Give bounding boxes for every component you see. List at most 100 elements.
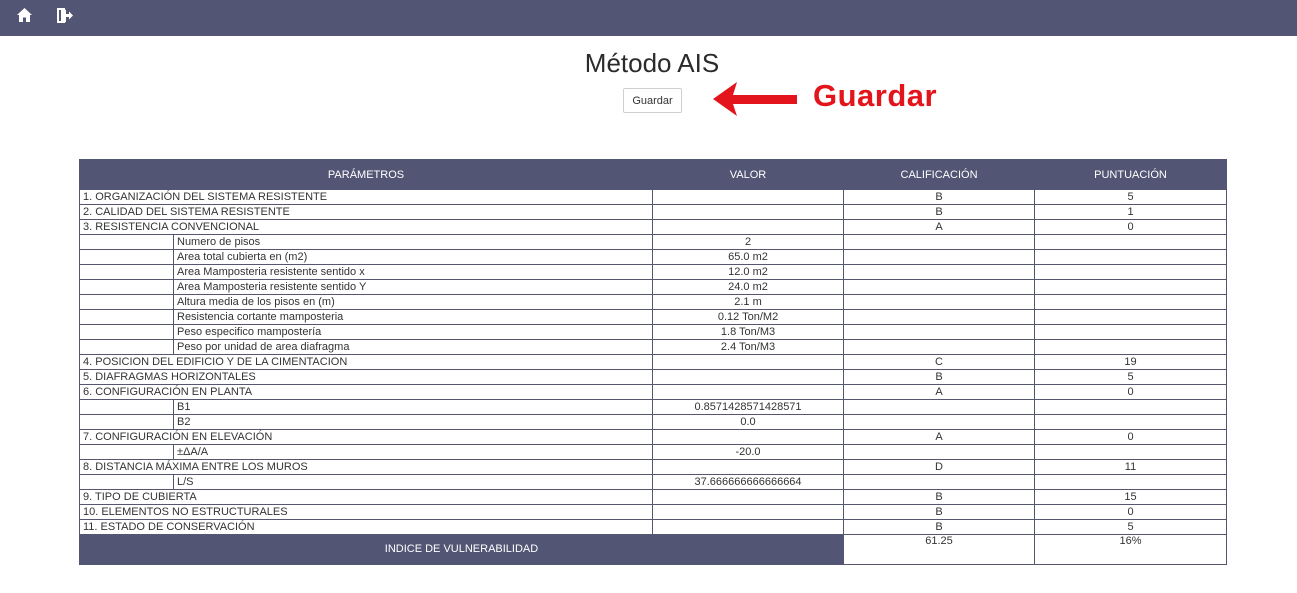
empty-cell [1034,234,1228,250]
table-subrow: L/S 37.666666666666664 [79,474,1228,490]
subparameter-value: 24.0 m2 [652,279,845,295]
parameters-table: PARÁMETROS VALOR CALIFICACIÓN PUNTUACIÓN… [78,159,1228,565]
empty-cell [843,444,1036,460]
parameter-grade: B [843,189,1036,205]
vulnerability-index-value: 61.25 [843,534,1036,565]
parameter-label: 3. RESISTENCIA CONVENCIONAL [78,219,654,235]
parameter-grade: B [843,504,1036,520]
subparameter-label: Area Mamposteria resistente sentido Y [172,279,654,295]
logout-icon[interactable] [54,5,76,25]
parameter-value [652,504,845,520]
parameter-label: 5. DIAFRAGMAS HORIZONTALES [78,369,654,385]
indent-cell [79,309,174,325]
subparameter-value: 65.0 m2 [652,249,845,265]
parameter-grade: A [843,384,1036,400]
subparameter-value: 2.1 m [652,294,845,310]
subparameter-label: B1 [172,399,654,415]
vulnerability-index-row: INDICE DE VULNERABILIDAD 61.25 16% [78,534,1228,565]
subparameter-label: Area total cubierta en (m2) [172,249,654,265]
empty-cell [1034,264,1228,280]
subparameter-label: Numero de pisos [172,234,654,250]
empty-cell [1034,294,1228,310]
parameter-label: 2. CALIDAD DEL SISTEMA RESISTENTE [78,204,654,220]
table-row: 6. CONFIGURACIÓN EN PLANTA A 0 [78,384,1228,400]
header-calificacion: CALIFICACIÓN [843,159,1036,190]
parameter-value [652,459,845,475]
vulnerability-index-label: INDICE DE VULNERABILIDAD [78,534,845,565]
parameter-score: 11 [1034,459,1228,475]
parameter-grade: B [843,489,1036,505]
parameter-score: 0 [1034,504,1228,520]
parameter-score: 0 [1034,219,1228,235]
parameter-label: 6. CONFIGURACIÓN EN PLANTA [78,384,654,400]
subparameter-label: L/S [172,474,654,490]
subparameter-value: 0.12 Ton/M2 [652,309,845,325]
parameter-grade: D [843,459,1036,475]
table-row: 9. TIPO DE CUBIERTA B 15 [78,489,1228,505]
subparameter-value: -20.0 [652,444,845,460]
table-subrow: B1 0.8571428571428571 [79,399,1228,415]
table-row: 1. ORGANIZACIÓN DEL SISTEMA RESISTENTE B… [78,189,1228,205]
indent-cell [79,474,174,490]
empty-cell [1034,339,1228,355]
indent-cell [79,234,174,250]
table-row: 2. CALIDAD DEL SISTEMA RESISTENTE B 1 [78,204,1228,220]
page-title: Método AIS [584,48,720,78]
parameter-label: 1. ORGANIZACIÓN DEL SISTEMA RESISTENTE [78,189,654,205]
empty-cell [1034,249,1228,265]
empty-cell [1034,474,1228,490]
subparameter-value: 2 [652,234,845,250]
table-row: 7. CONFIGURACIÓN EN ELEVACIÓN A 0 [78,429,1228,445]
vulnerability-index-percent: 16% [1034,534,1228,565]
table-subrow: Peso por unidad de area diafragma 2.4 To… [79,339,1228,355]
empty-cell [843,279,1036,295]
table-subrow: Peso especifico mampostería 1.8 Ton/M3 [79,324,1228,340]
parameter-label: 8. DISTANCIA MÁXIMA ENTRE LOS MUROS [78,459,654,475]
subparameter-value: 37.666666666666664 [652,474,845,490]
empty-cell [843,309,1036,325]
indent-cell [79,444,174,460]
empty-cell [1034,279,1228,295]
empty-cell [843,264,1036,280]
parameter-score: 5 [1034,369,1228,385]
parameter-score: 5 [1034,189,1228,205]
parameter-grade: A [843,429,1036,445]
annotation-label: Guardar [813,78,938,113]
header-valor: VALOR [652,159,845,190]
parameter-label: 10. ELEMENTOS NO ESTRUCTURALES [78,504,654,520]
table-row: 10. ELEMENTOS NO ESTRUCTURALES B 0 [78,504,1228,520]
indent-cell [79,324,174,340]
parameter-grade: C [843,354,1036,370]
parameter-value [652,189,845,205]
indent-cell [79,294,174,310]
empty-cell [843,339,1036,355]
subparameter-value: 12.0 m2 [652,264,845,280]
subparameter-value: 2.4 Ton/M3 [652,339,845,355]
subparameter-label: Peso por unidad de area diafragma [172,339,654,355]
indent-cell [79,399,174,415]
home-icon[interactable] [13,5,35,25]
empty-cell [1034,309,1228,325]
table-row: 3. RESISTENCIA CONVENCIONAL A 0 [78,219,1228,235]
empty-cell [843,414,1036,430]
table-row: 11. ESTADO DE CONSERVACIÓN B 5 [78,519,1228,535]
table-subrow: Numero de pisos 2 [79,234,1228,250]
empty-cell [843,234,1036,250]
empty-cell [843,474,1036,490]
parameter-label: 11. ESTADO DE CONSERVACIÓN [78,519,654,535]
table-row: 4. POSICION DEL EDIFICIO Y DE LA CIMENTA… [78,354,1228,370]
empty-cell [1034,414,1228,430]
parameter-grade: A [843,219,1036,235]
parameter-value [652,519,845,535]
table-header-row: PARÁMETROS VALOR CALIFICACIÓN PUNTUACIÓN [78,159,1228,190]
parameter-label: 4. POSICION DEL EDIFICIO Y DE LA CIMENTA… [78,354,654,370]
empty-cell [843,399,1036,415]
indent-cell [79,279,174,295]
save-button[interactable]: Guardar [623,88,682,113]
header-parametros: PARÁMETROS [78,159,654,190]
empty-cell [1034,444,1228,460]
table-row: 8. DISTANCIA MÁXIMA ENTRE LOS MUROS D 11 [78,459,1228,475]
subparameter-value: 0.8571428571428571 [652,399,845,415]
parameter-value [652,204,845,220]
table-subrow: Area total cubierta en (m2) 65.0 m2 [79,249,1228,265]
